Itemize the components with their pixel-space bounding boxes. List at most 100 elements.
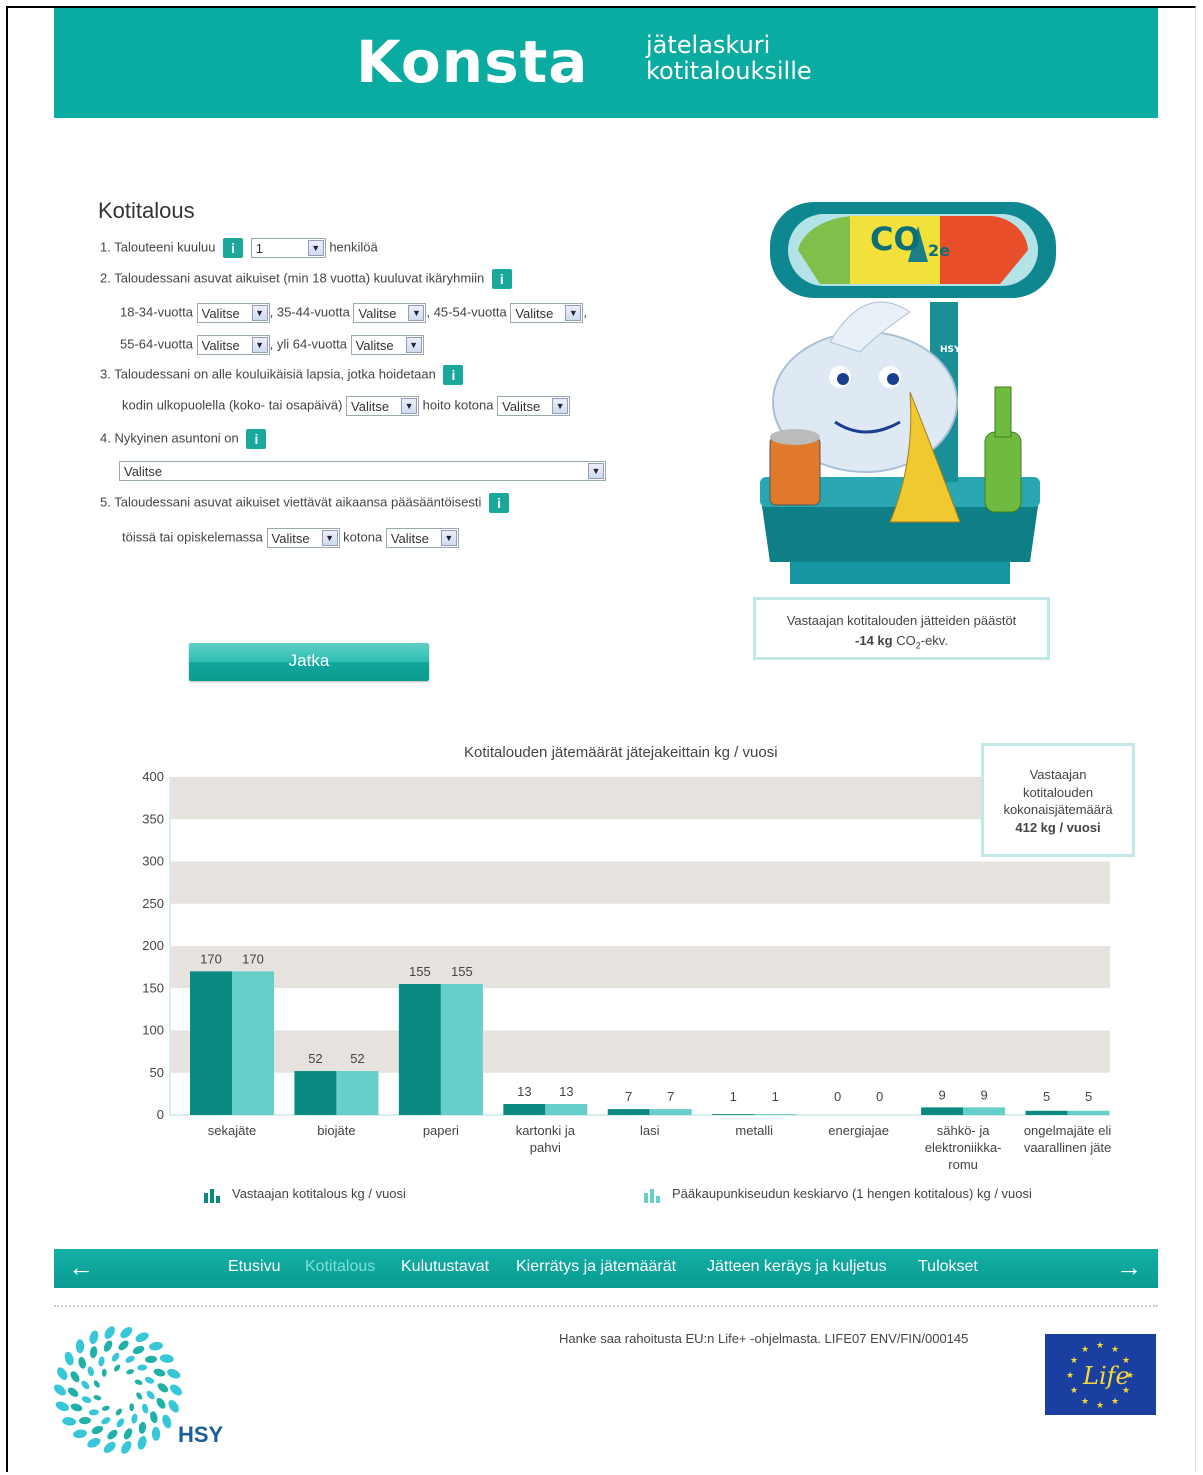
logo-petal <box>81 1380 90 1390</box>
childcare-outside-label: kodin ulkopuolella (koko- tai osapäivä) <box>122 397 343 413</box>
data-label: 5 <box>1085 1089 1092 1104</box>
logo-petal <box>101 1405 110 1411</box>
logo-petal <box>55 1401 69 1412</box>
age-over-64-select[interactable]: Valitse ▼ <box>350 335 424 355</box>
housing-type-select[interactable]: Valitse ▼ <box>119 461 606 481</box>
chart-title: Kotitalouden jätemäärät jätejakeittain k… <box>464 744 778 761</box>
logo-petal <box>120 1326 133 1339</box>
age-35-44-select[interactable]: Valitse ▼ <box>353 303 427 323</box>
nav-item-tulokset[interactable]: Tulokset <box>918 1258 978 1276</box>
logo-petal <box>137 1364 148 1371</box>
info-icon[interactable]: i <box>443 365 464 385</box>
logo-petal <box>103 1441 116 1454</box>
logo-petal <box>104 1326 115 1339</box>
nav-item-kulutustavat[interactable]: Kulutustavat <box>401 1258 489 1276</box>
work-study-label: töissä tai opiskelemassa <box>122 529 263 545</box>
bar <box>1067 1110 1110 1115</box>
total-line2: kotitalouden <box>1022 784 1094 800</box>
logo-petal <box>107 1429 118 1440</box>
life-logo-text: Life <box>1082 1362 1130 1390</box>
info-icon[interactable]: i <box>246 429 267 449</box>
legend-item-household: Vastaajan kotitalous kg / vuosi <box>204 1186 406 1203</box>
question-5-options: töissä tai opiskelemassa Valitse ▼ kotona… <box>122 528 459 548</box>
age-18-34-select[interactable]: Valitse ▼ <box>196 303 270 323</box>
continue-button[interactable]: Jatka <box>189 643 429 681</box>
bar <box>607 1109 650 1115</box>
y-tick-label: 200 <box>142 938 164 953</box>
eu-star: ★ <box>1070 1385 1078 1395</box>
nav-item-jatteen-kerays[interactable]: Jätteen keräys ja kuljetus <box>707 1258 887 1276</box>
nav-item-etusivu[interactable]: Etusivu <box>228 1258 280 1276</box>
x-tick-label: paperi <box>423 1123 459 1138</box>
data-label: 7 <box>667 1089 674 1104</box>
logo-petal <box>70 1371 80 1383</box>
bar <box>440 984 483 1115</box>
question-text: Taloudessani on alle kouluikäisiä lapsia… <box>114 366 436 382</box>
total-line1: Vastaajan <box>1029 767 1087 782</box>
emissions-value-row: -14 kg CO2-ekv. <box>756 631 1047 656</box>
info-icon[interactable]: i <box>223 238 244 258</box>
work-study-select[interactable]: Valitse ▼ <box>266 528 340 548</box>
nav-item-kotitalous[interactable]: Kotitalous <box>305 1258 375 1276</box>
tagline-line2: kotitalouksille <box>646 57 812 85</box>
logo-petal <box>87 1366 94 1377</box>
eu-life-logo[interactable]: ★ ★ ★ ★ ★ ★ ★ ★ ★ ★ ★ ★ Life <box>1045 1334 1156 1415</box>
chevron-down-icon: ▼ <box>321 530 338 546</box>
emissions-unit: CO <box>896 633 916 648</box>
childcare-outside-select[interactable]: Valitse ▼ <box>346 396 420 416</box>
question-number: 4. <box>100 430 111 446</box>
eu-stars-icon: ★★★★★★★★★ ★ ★★ Life <box>1066 1340 1134 1410</box>
back-arrow-icon[interactable]: ← <box>68 1253 94 1281</box>
logo-petal <box>146 1390 155 1400</box>
chevron-down-icon: ▼ <box>552 398 569 414</box>
y-tick-label: 100 <box>142 1023 164 1038</box>
logo-petal <box>89 1346 98 1359</box>
logo-petal <box>151 1426 161 1441</box>
bar <box>190 971 232 1115</box>
data-label: 155 <box>409 964 431 979</box>
grid-band <box>170 861 1110 904</box>
question-text: Nykyinen asuntoni on <box>114 430 239 446</box>
eu-star: ★ <box>1066 1370 1074 1380</box>
question-3-options: kodin ulkopuolella (koko- tai osapäivä) … <box>122 396 571 416</box>
data-label: 9 <box>980 1087 987 1102</box>
funding-text: Hanke saa rahoitusta EU:n Life+ -ohjelma… <box>559 1331 969 1346</box>
data-label: 5 <box>1043 1089 1050 1104</box>
hsy-logo[interactable]: HSY <box>54 1326 229 1456</box>
logo-petal <box>131 1413 138 1424</box>
at-home-select[interactable]: Valitse ▼ <box>385 528 459 548</box>
logo-petal <box>54 1384 67 1396</box>
bar <box>963 1107 1006 1115</box>
app-logo[interactable]: Konsta <box>356 28 588 96</box>
grid-band <box>170 988 1110 1031</box>
age-45-54-select[interactable]: Valitse ▼ <box>510 303 584 323</box>
y-tick-label: 400 <box>142 769 164 784</box>
nav-item-kierratys[interactable]: Kierrätys ja jätemäärät <box>516 1258 676 1276</box>
logo-petal <box>138 1421 147 1434</box>
meter-co2-subscript: 2e <box>928 241 950 260</box>
bar <box>712 1114 755 1115</box>
age-55-64-select[interactable]: Valitse ▼ <box>196 335 270 355</box>
question-2: 2. Taloudessani asuvat aikuiset (min 18 … <box>100 269 516 289</box>
info-icon[interactable]: i <box>491 269 512 289</box>
info-icon[interactable]: i <box>488 493 509 513</box>
emissions-label: Vastaajan kotitalouden jätteiden päästöt <box>786 613 1017 628</box>
data-label: 170 <box>200 951 222 966</box>
question-4: 4. Nykyinen asuntoni on i <box>100 429 270 449</box>
bottom-nav: ← Etusivu Kotitalous Kulutustavat Kierrä… <box>54 1249 1158 1288</box>
grid-band <box>170 819 1110 862</box>
logo-petal <box>78 1356 86 1369</box>
forward-arrow-icon[interactable]: → <box>1116 1253 1142 1281</box>
data-label: 0 <box>876 1089 883 1104</box>
age-label-35-44: , 35-44-vuotta <box>269 304 350 320</box>
household-size-select[interactable]: 1 ▼ <box>250 238 326 258</box>
logo-petal <box>103 1340 113 1352</box>
x-tick-label: romu <box>948 1157 978 1172</box>
childcare-home-select[interactable]: Valitse ▼ <box>497 396 571 416</box>
total-value: 412 kg / vuosi <box>1015 819 1101 835</box>
eu-star: ★ <box>1081 1396 1089 1406</box>
logo-petal <box>125 1355 135 1363</box>
brand-mark: HSY <box>940 345 961 355</box>
data-label: 52 <box>308 1051 322 1066</box>
logo-petal <box>101 1368 107 1377</box>
